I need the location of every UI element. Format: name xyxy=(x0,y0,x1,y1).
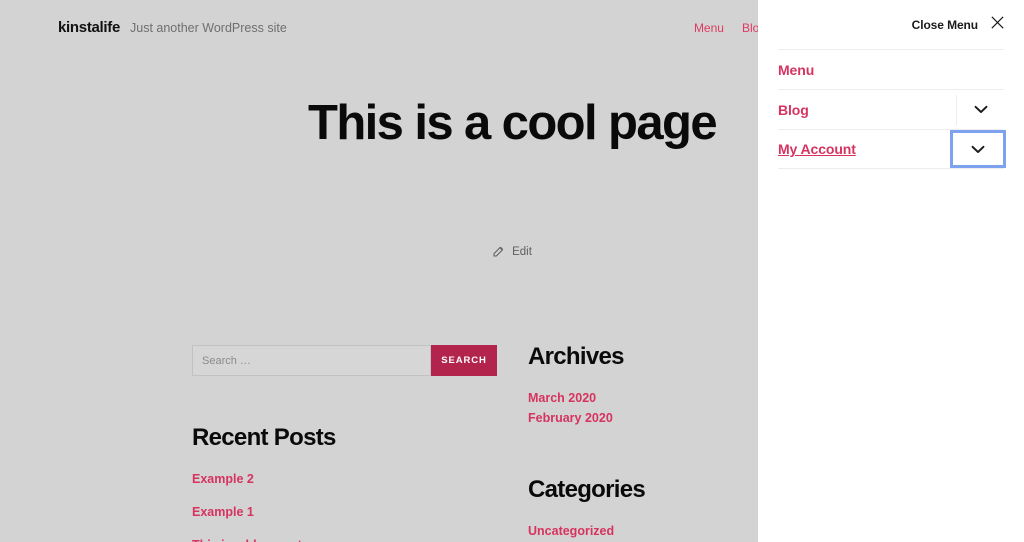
search-form: SEARCH xyxy=(192,345,497,376)
menu-link-my-account[interactable]: My Account xyxy=(778,141,856,157)
recent-post-link-blog-post[interactable]: This is a blog post xyxy=(192,538,302,542)
chevron-down-icon xyxy=(974,105,988,114)
list-item: This is a blog post xyxy=(192,536,504,542)
widget-title-archives: Archives xyxy=(528,343,624,370)
menu-item-my-account[interactable]: My Account xyxy=(778,129,1006,169)
widget-column-left: SEARCH Recent Posts Example 2 Example 1 … xyxy=(192,345,504,542)
archive-link-february-2020[interactable]: February 2020 xyxy=(528,411,613,425)
submenu-toggle-my-account[interactable] xyxy=(950,130,1006,168)
category-link-uncategorized[interactable]: Uncategorized xyxy=(528,524,614,538)
nav-item-menu[interactable]: Menu xyxy=(694,17,724,39)
panel-header: Close Menu xyxy=(758,0,1024,49)
close-icon[interactable] xyxy=(989,14,1006,36)
widget-categories: Categories Uncategorized xyxy=(528,476,768,541)
widget-title-categories: Categories xyxy=(528,476,646,503)
list-item: Example 2 xyxy=(192,470,504,489)
menu-item-blog[interactable]: Blog xyxy=(778,89,1004,129)
chevron-down-icon xyxy=(971,145,985,154)
recent-post-link-example-2[interactable]: Example 2 xyxy=(192,472,254,486)
list-item: February 2020 xyxy=(528,409,768,428)
site-top-nav: Menu Blog xyxy=(694,17,766,39)
site-tagline: Just another WordPress site xyxy=(130,21,287,35)
pencil-edit-icon xyxy=(492,245,505,258)
widget-title-recent-posts: Recent Posts xyxy=(192,424,336,451)
panel-menu-list: Menu Blog My Account xyxy=(758,49,1024,169)
list-item: Example 1 xyxy=(192,503,504,522)
search-input[interactable] xyxy=(192,345,431,376)
page-root: kinstalife Just another WordPress site M… xyxy=(0,0,1024,542)
search-button[interactable]: SEARCH xyxy=(431,345,497,376)
list-item: March 2020 xyxy=(528,389,768,408)
slide-out-menu-panel: Close Menu Menu Blog My Account xyxy=(758,0,1024,542)
submenu-toggle-blog[interactable] xyxy=(956,94,1004,125)
list-item: Uncategorized xyxy=(528,522,768,541)
menu-link-blog[interactable]: Blog xyxy=(778,102,809,118)
menu-link-menu[interactable]: Menu xyxy=(778,62,814,78)
site-logo[interactable]: kinstalife xyxy=(58,17,120,39)
close-menu-label[interactable]: Close Menu xyxy=(912,18,978,32)
archive-link-march-2020[interactable]: March 2020 xyxy=(528,391,596,405)
widget-column-right: Archives March 2020 February 2020 Catego… xyxy=(528,343,768,542)
categories-list: Uncategorized xyxy=(528,522,768,541)
widget-recent-posts: Recent Posts Example 2 Example 1 This is… xyxy=(192,424,504,542)
edit-label: Edit xyxy=(512,245,532,258)
recent-posts-list: Example 2 Example 1 This is a blog post xyxy=(192,470,504,542)
recent-post-link-example-1[interactable]: Example 1 xyxy=(192,505,254,519)
archives-list: March 2020 February 2020 xyxy=(528,389,768,428)
widget-archives: Archives March 2020 February 2020 xyxy=(528,343,768,428)
menu-item-menu[interactable]: Menu xyxy=(778,49,1004,89)
